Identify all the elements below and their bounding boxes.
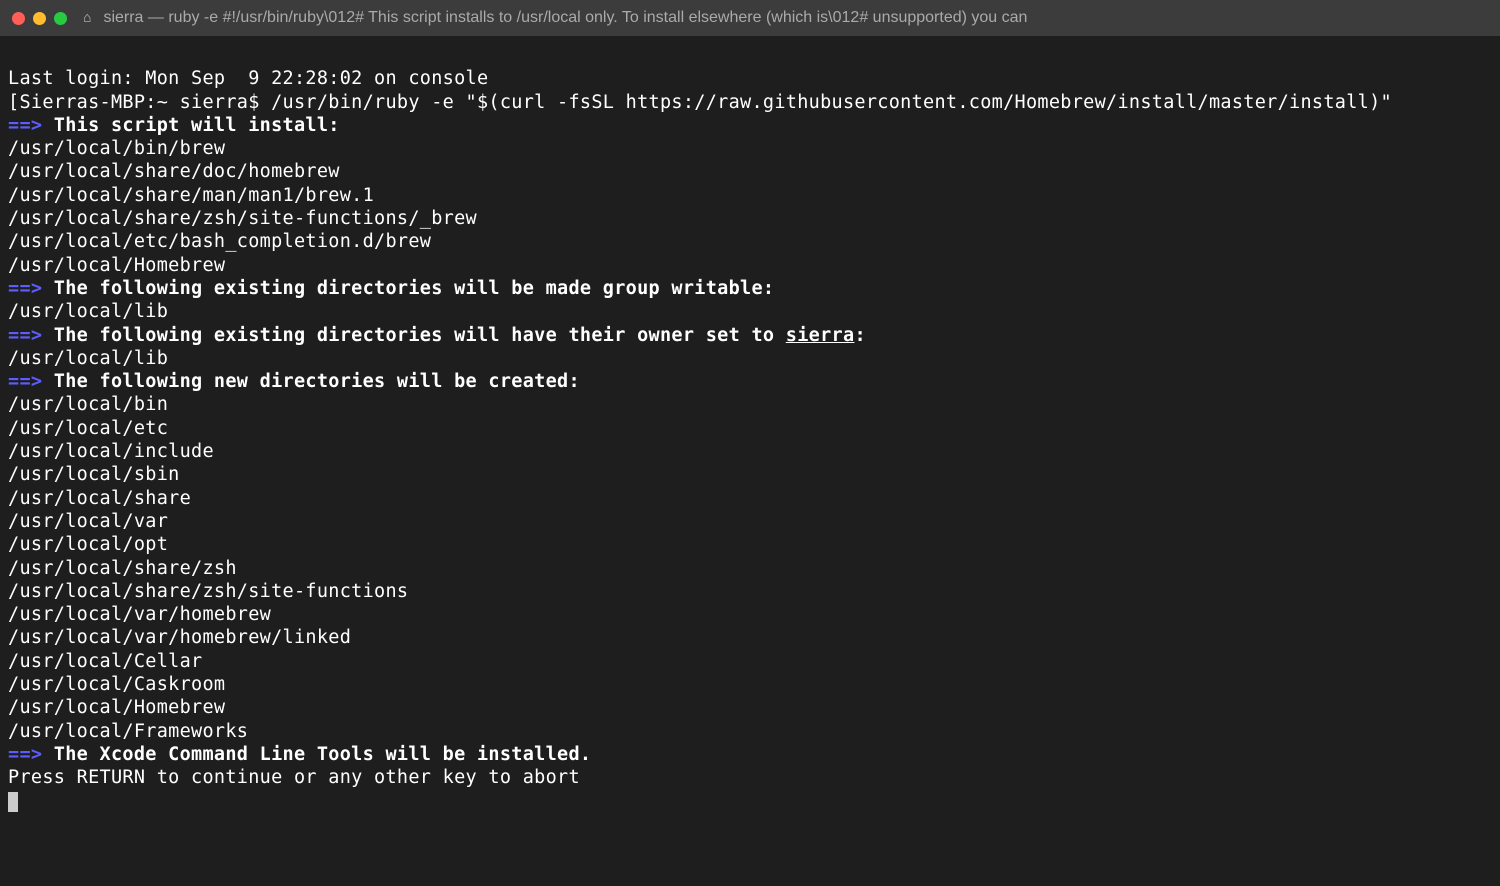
install-path: /usr/local/share/zsh/site-functions/_bre… bbox=[8, 207, 1492, 230]
heading-install: ==> This script will install: bbox=[8, 114, 1492, 137]
newdir-path: /usr/local/Frameworks bbox=[8, 720, 1492, 743]
install-path: /usr/local/share/doc/homebrew bbox=[8, 160, 1492, 183]
heading-writable: ==> The following existing directories w… bbox=[8, 277, 1492, 300]
install-path: /usr/local/share/man/man1/brew.1 bbox=[8, 184, 1492, 207]
heading-newdir-text: The following new directories will be cr… bbox=[42, 371, 580, 392]
command-line: [Sierras-MBP:~ sierra$ /usr/bin/ruby -e … bbox=[8, 91, 1492, 114]
install-path: /usr/local/Homebrew bbox=[8, 254, 1492, 277]
newdir-path: /usr/local/var/homebrew/linked bbox=[8, 626, 1492, 649]
heading-xcode-text: The Xcode Command Line Tools will be ins… bbox=[42, 744, 591, 765]
newdir-path: /usr/local/share/zsh bbox=[8, 557, 1492, 580]
home-icon: ⌂ bbox=[83, 10, 91, 26]
newdir-path: /usr/local/opt bbox=[8, 533, 1492, 556]
newdir-path: /usr/local/Cellar bbox=[8, 650, 1492, 673]
command-text: /usr/bin/ruby -e "$(curl -fsSL https://r… bbox=[271, 92, 1392, 113]
arrow-icon: ==> bbox=[8, 371, 42, 392]
close-window-button[interactable] bbox=[12, 12, 25, 25]
newdir-path: /usr/local/include bbox=[8, 440, 1492, 463]
heading-owner: ==> The following existing directories w… bbox=[8, 324, 1492, 347]
newdir-path: /usr/local/share bbox=[8, 487, 1492, 510]
newdir-path: /usr/local/sbin bbox=[8, 463, 1492, 486]
newdir-path: /usr/local/var bbox=[8, 510, 1492, 533]
writable-path: /usr/local/lib bbox=[8, 300, 1492, 323]
arrow-icon: ==> bbox=[8, 325, 42, 346]
arrow-icon: ==> bbox=[8, 278, 42, 299]
heading-xcode: ==> The Xcode Command Line Tools will be… bbox=[8, 743, 1492, 766]
prompt-continue: Press RETURN to continue or any other ke… bbox=[8, 766, 1492, 789]
install-path: /usr/local/etc/bash_completion.d/brew bbox=[8, 230, 1492, 253]
heading-install-text: This script will install: bbox=[42, 115, 339, 136]
window-title: sierra — ruby -e #!/usr/bin/ruby\012# Th… bbox=[103, 9, 1027, 27]
shell-prompt: [Sierras-MBP:~ sierra$ bbox=[8, 92, 271, 113]
newdir-path: /usr/local/Homebrew bbox=[8, 696, 1492, 719]
newdir-path: /usr/local/Caskroom bbox=[8, 673, 1492, 696]
traffic-lights bbox=[12, 12, 67, 25]
newdir-path: /usr/local/etc bbox=[8, 417, 1492, 440]
newdir-path: /usr/local/bin bbox=[8, 393, 1492, 416]
last-login-line: Last login: Mon Sep 9 22:28:02 on consol… bbox=[8, 67, 1492, 90]
minimize-window-button[interactable] bbox=[33, 12, 46, 25]
newdir-path: /usr/local/share/zsh/site-functions bbox=[8, 580, 1492, 603]
owner-username: sierra bbox=[786, 325, 855, 346]
heading-owner-pre: The following existing directories will … bbox=[42, 325, 785, 346]
terminal-content[interactable]: Last login: Mon Sep 9 22:28:02 on consol… bbox=[0, 36, 1500, 844]
install-path: /usr/local/bin/brew bbox=[8, 137, 1492, 160]
owner-path: /usr/local/lib bbox=[8, 347, 1492, 370]
newdir-path: /usr/local/var/homebrew bbox=[8, 603, 1492, 626]
heading-writable-text: The following existing directories will … bbox=[42, 278, 774, 299]
terminal-cursor bbox=[8, 792, 18, 812]
arrow-icon: ==> bbox=[8, 115, 42, 136]
maximize-window-button[interactable] bbox=[54, 12, 67, 25]
heading-newdir: ==> The following new directories will b… bbox=[8, 370, 1492, 393]
window-titlebar: ⌂ sierra — ruby -e #!/usr/bin/ruby\012# … bbox=[0, 0, 1500, 36]
arrow-icon: ==> bbox=[8, 744, 42, 765]
heading-owner-post: : bbox=[854, 325, 865, 346]
cursor-line bbox=[8, 790, 1492, 813]
